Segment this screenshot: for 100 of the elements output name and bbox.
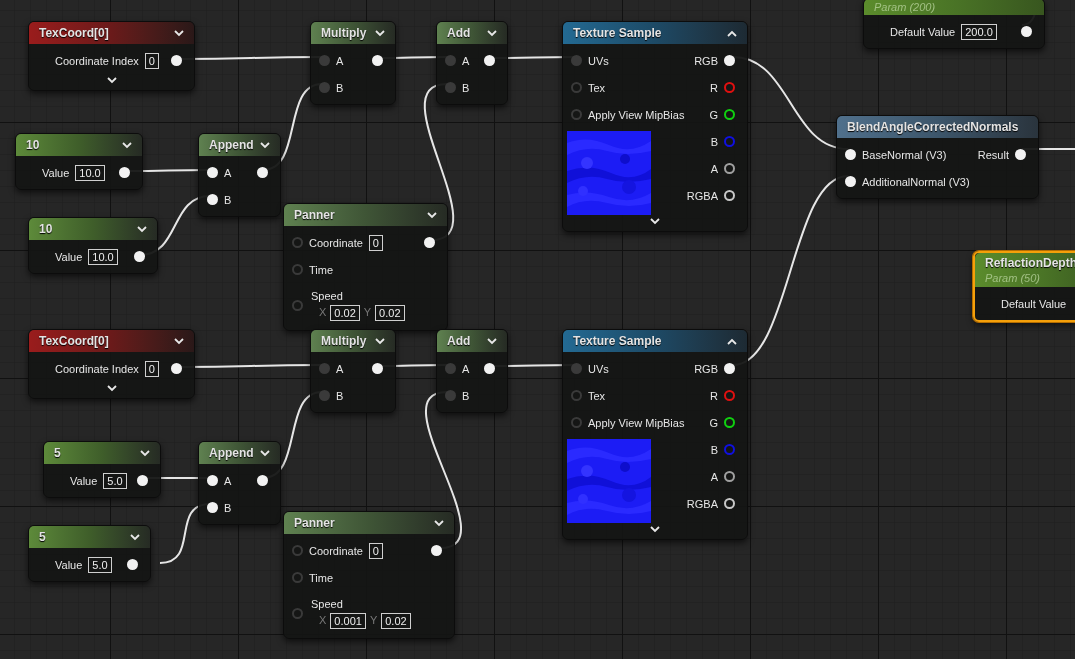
node-header[interactable]: TexCoord[0]: [29, 330, 194, 352]
value-field[interactable]: 0: [368, 542, 383, 559]
graph-node[interactable]: Param (200) Default Value 200.0: [863, 0, 1045, 49]
graph-node[interactable]: Append A B: [198, 133, 281, 217]
value-field[interactable]: 0.001: [330, 612, 366, 629]
input-pin[interactable]: [207, 502, 218, 513]
node-header[interactable]: 5: [44, 442, 160, 464]
chevron-down-icon[interactable]: [650, 218, 660, 225]
value-field[interactable]: 10.0: [75, 164, 105, 181]
output-pin[interactable]: [484, 363, 495, 374]
node-header[interactable]: Texture Sample: [563, 22, 747, 44]
graph-node[interactable]: Multiply A B: [310, 21, 396, 105]
output-pin[interactable]: [724, 163, 735, 174]
output-pin[interactable]: [724, 109, 735, 120]
chevron-down-icon[interactable]: [375, 337, 385, 345]
output-pin[interactable]: [1021, 26, 1032, 37]
node-header[interactable]: Multiply: [311, 330, 395, 352]
input-pin[interactable]: [292, 299, 303, 311]
input-pin[interactable]: [292, 264, 303, 275]
input-pin[interactable]: [445, 82, 456, 93]
input-pin[interactable]: [571, 417, 582, 428]
chevron-up-icon[interactable]: [727, 337, 737, 345]
input-pin[interactable]: [292, 237, 303, 248]
graph-node[interactable]: 5 Value 5.0: [43, 441, 161, 498]
output-pin[interactable]: [257, 475, 268, 486]
input-pin[interactable]: [207, 194, 218, 205]
input-pin[interactable]: [571, 82, 582, 93]
input-pin[interactable]: [845, 176, 856, 187]
output-pin[interactable]: [119, 167, 130, 178]
node-header[interactable]: Add: [437, 22, 507, 44]
output-pin[interactable]: [171, 55, 182, 66]
input-pin[interactable]: [445, 390, 456, 401]
graph-node[interactable]: 10 Value 10.0: [15, 133, 143, 190]
value-field[interactable]: 0: [368, 234, 383, 251]
output-pin[interactable]: [724, 55, 735, 66]
output-pin[interactable]: [372, 363, 383, 374]
input-pin[interactable]: [445, 363, 456, 374]
chevron-down-icon[interactable]: [140, 449, 150, 457]
graph-node[interactable]: 10 Value 10.0: [28, 217, 158, 274]
value-field[interactable]: 0.02: [375, 304, 405, 321]
output-pin[interactable]: [171, 363, 182, 374]
value-field[interactable]: 0: [144, 360, 159, 377]
node-header[interactable]: Panner: [284, 204, 447, 226]
output-pin[interactable]: [484, 55, 495, 66]
chevron-down-icon[interactable]: [434, 519, 444, 527]
chevron-down-icon[interactable]: [106, 77, 117, 84]
graph-node[interactable]: Add A B: [436, 329, 508, 413]
output-pin[interactable]: [257, 167, 268, 178]
chevron-down-icon[interactable]: [260, 449, 270, 457]
chevron-down-icon[interactable]: [174, 337, 184, 345]
node-header[interactable]: TexCoord[0]: [29, 22, 194, 44]
output-pin[interactable]: [134, 251, 145, 262]
graph-node[interactable]: Panner Coordinate 0 Time Speed X 0.001 Y 0.02: [283, 511, 455, 639]
graph-node[interactable]: Append A B: [198, 441, 281, 525]
node-header[interactable]: Multiply: [311, 22, 395, 44]
chevron-down-icon[interactable]: [174, 29, 184, 37]
graph-node[interactable]: Add A B: [436, 21, 508, 105]
node-header[interactable]: 10: [29, 218, 157, 240]
value-field[interactable]: 10.0: [88, 248, 118, 265]
value-field[interactable]: 0.02: [330, 304, 360, 321]
value-field[interactable]: 0: [144, 52, 159, 69]
chevron-down-icon[interactable]: [487, 337, 497, 345]
output-pin[interactable]: [127, 559, 138, 570]
chevron-down-icon[interactable]: [106, 385, 117, 392]
chevron-down-icon[interactable]: [137, 225, 147, 233]
graph-node[interactable]: Multiply A B: [310, 329, 396, 413]
chevron-down-icon[interactable]: [260, 141, 270, 149]
value-field[interactable]: 5.0: [88, 556, 112, 573]
input-pin[interactable]: [845, 149, 856, 160]
chevron-down-icon[interactable]: [375, 29, 385, 37]
output-pin[interactable]: [431, 545, 442, 556]
graph-node[interactable]: Texture Sample UVs Tex Apply View MipBias RGB R G B A RGBA: [562, 329, 748, 540]
output-pin[interactable]: [372, 55, 383, 66]
node-header[interactable]: Add: [437, 330, 507, 352]
input-pin[interactable]: [292, 607, 303, 619]
node-header[interactable]: Texture Sample: [563, 330, 747, 352]
input-pin[interactable]: [571, 390, 582, 401]
value-field[interactable]: 0.02: [381, 612, 411, 629]
input-pin[interactable]: [319, 82, 330, 93]
chevron-down-icon[interactable]: [122, 141, 132, 149]
input-pin[interactable]: [207, 167, 218, 178]
output-pin[interactable]: [724, 417, 735, 428]
input-pin[interactable]: [207, 475, 218, 486]
output-pin[interactable]: [724, 363, 735, 374]
input-pin[interactable]: [319, 363, 330, 374]
graph-node[interactable]: TexCoord[0] Coordinate Index 0: [28, 21, 195, 91]
input-pin[interactable]: [292, 545, 303, 556]
output-pin[interactable]: [424, 237, 435, 248]
value-field[interactable]: 5.0: [103, 472, 127, 489]
chevron-down-icon[interactable]: [130, 533, 140, 541]
graph-node[interactable]: TexCoord[0] Coordinate Index 0: [28, 329, 195, 399]
input-pin[interactable]: [571, 363, 582, 374]
chevron-down-icon[interactable]: [427, 211, 437, 219]
node-header[interactable]: 10: [16, 134, 142, 156]
chevron-down-icon[interactable]: [487, 29, 497, 37]
input-pin[interactable]: [292, 572, 303, 583]
node-header[interactable]: 5: [29, 526, 150, 548]
output-pin[interactable]: [137, 475, 148, 486]
node-header[interactable]: Append: [199, 134, 280, 156]
node-header[interactable]: Panner: [284, 512, 454, 534]
